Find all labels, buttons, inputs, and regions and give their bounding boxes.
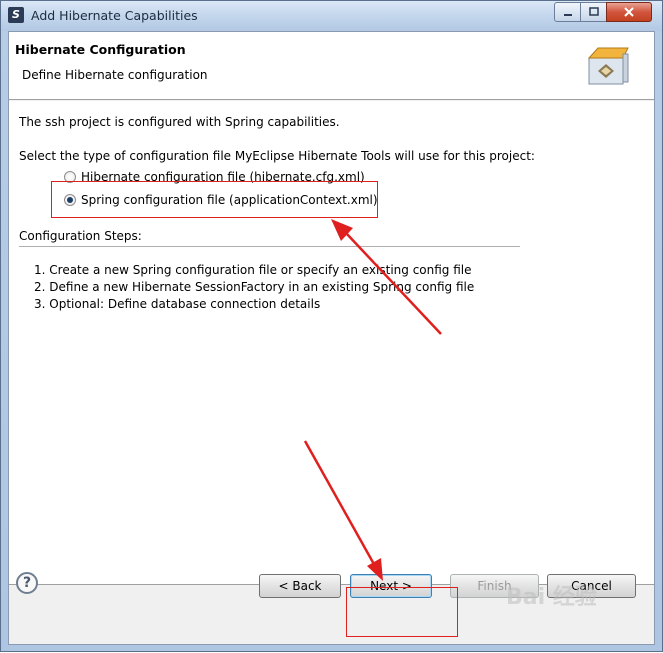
annotation-arrows [303, 219, 442, 581]
arrow-to-spring-option [331, 219, 442, 335]
watermark: Bai 经验 [506, 585, 597, 610]
arrow-to-next-button [303, 440, 383, 581]
dialog-window: S Add Hibernate Capabilities Hibernate C… [0, 0, 663, 652]
